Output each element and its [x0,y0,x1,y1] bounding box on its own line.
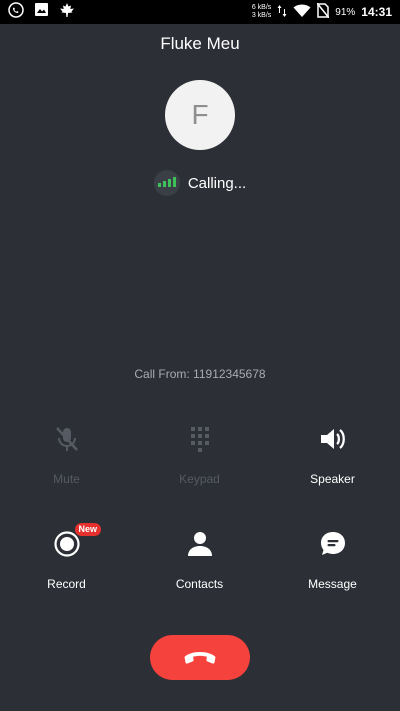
dialpad-icon [188,423,212,455]
keypad-button[interactable]: Keypad [133,423,266,486]
message-label: Message [308,577,357,591]
mute-label: Mute [53,472,80,486]
record-icon-wrapper: New [53,523,102,560]
notification-icons [8,1,75,23]
avatar: F [165,80,235,150]
clock: 14:31 [361,5,392,19]
end-call-button[interactable] [150,635,250,680]
person-icon [185,528,215,560]
signal-strength-icon [153,170,180,196]
contacts-button[interactable]: Contacts [133,528,266,591]
avatar-initial: F [191,99,209,130]
leaf-icon [59,2,75,23]
upload-speed: 6 kB/s [251,4,272,11]
speaker-label: Speaker [310,472,355,486]
message-button[interactable]: Message [266,528,399,591]
call-controls-row-2: New Record Contacts Message [0,523,400,591]
contacts-label: Contacts [175,577,224,591]
contact-name: Fluke Meu [160,34,240,53]
status-bar: 6 kB/s 3 kB/s 91% 14:31 [0,0,400,24]
new-badge: New [74,523,102,536]
download-speed: 3 kB/s [251,12,272,19]
call-from-number: Call From: 11912345678 [134,367,266,381]
speaker-button[interactable]: Speaker [266,423,399,486]
call-status-text: Calling... [187,174,247,192]
call-controls-row-1: Mute Keypad Speaker [0,423,400,486]
no-sim-icon [316,2,330,21]
image-icon [34,2,49,22]
speaker-icon [318,423,348,455]
call-status: Calling... [0,170,400,196]
keypad-label: Keypad [179,472,220,486]
mute-button[interactable]: Mute [0,423,133,486]
system-indicators: 6 kB/s 3 kB/s 91% 14:31 [252,2,392,22]
data-transfer-icon [277,4,287,21]
record-label: Record [47,577,86,591]
record-button[interactable]: New Record [0,523,133,591]
battery-percent: 91% [335,6,356,18]
network-speed: 6 kB/s 3 kB/s [252,4,271,20]
wifi-icon [293,4,311,21]
mic-off-icon [52,423,82,455]
message-icon [318,528,348,560]
hang-up-icon [184,651,216,664]
missed-call-icon [8,1,24,23]
